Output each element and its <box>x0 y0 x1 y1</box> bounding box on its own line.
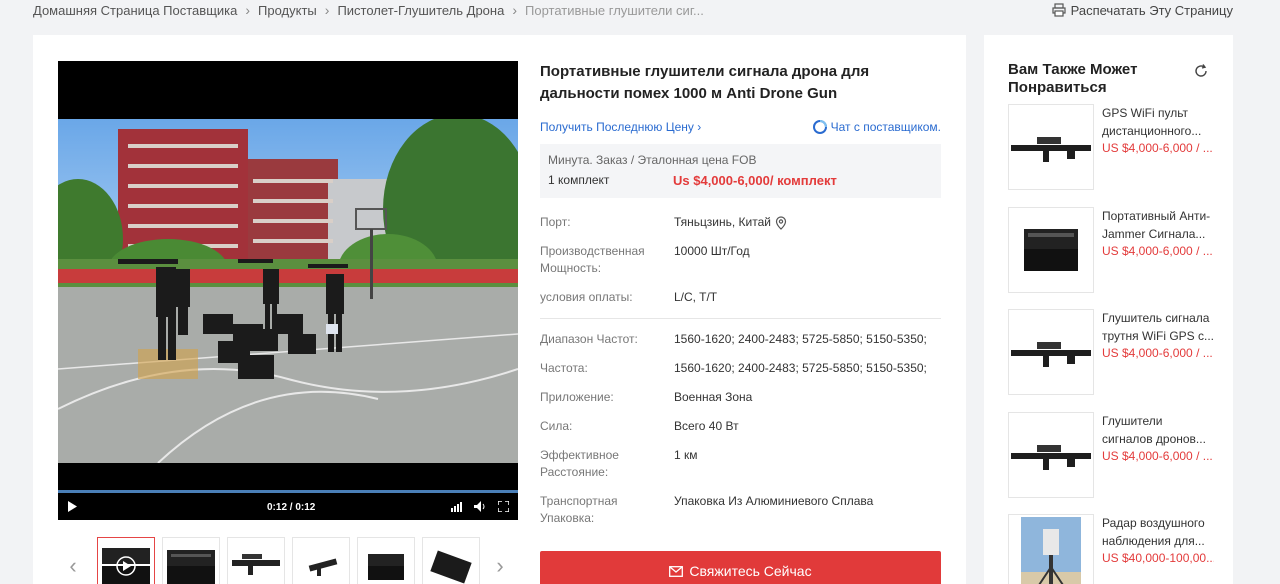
get-latest-price-link[interactable]: Получить Последнюю Цену › <box>540 120 701 134</box>
printer-icon <box>1052 3 1066 17</box>
thumbnail-6[interactable] <box>422 537 480 584</box>
contact-now-label: Свяжитесь Сейчас <box>689 563 812 579</box>
play-icon[interactable] <box>67 501 77 512</box>
spec-row: условия оплаты: L/C, T/T <box>540 290 718 304</box>
drone-gun-image <box>232 554 280 575</box>
recommended-item-price: US $4,000-6,000 / ... <box>1102 244 1213 258</box>
breadcrumb-supplier-home[interactable]: Домашняя Страница Поставщика <box>33 3 237 18</box>
video-controls: 0:12 / 0:12 <box>58 490 518 520</box>
recommended-item-image[interactable] <box>1008 104 1094 190</box>
thumbnail-video[interactable] <box>97 537 155 584</box>
recommended-item-name[interactable]: Радар воздушного наблюдения для... <box>1102 514 1214 550</box>
spec-row: Частота: 1560-1620; 2400-2483; 5725-5850… <box>540 361 927 375</box>
print-label: Распечатать Эту Страницу <box>1070 2 1233 18</box>
drone-gun-image <box>1011 137 1091 162</box>
product-title: Портативные глушители сигнала дрона для … <box>540 63 870 102</box>
thumb-prev-button[interactable]: ‹ <box>63 553 83 579</box>
thumbnail-3[interactable] <box>227 537 285 584</box>
recommended-item-name[interactable]: Глушители сигналов дронов... <box>1102 412 1214 448</box>
recommended-item-name[interactable]: Глушитель сигнала трутня WiFi GPS с... <box>1102 309 1214 345</box>
signal-icon[interactable] <box>451 502 463 512</box>
radar-image <box>1021 517 1081 584</box>
spec-row: Диапазон Частот: 1560-1620; 2400-2483; 5… <box>540 332 927 346</box>
recommended-item-image[interactable] <box>1008 207 1094 293</box>
recommended-item-name[interactable]: GPS WiFi пульт дистанционного... <box>1102 104 1214 140</box>
recommended-item-image[interactable] <box>1008 412 1094 498</box>
recommended-item[interactable]: Глушители сигналов дронов... US $4,000-6… <box>1008 412 1218 498</box>
spec-row: Порт: Тяньцзинь, Китай <box>540 214 941 231</box>
video-time: 0:12 / 0:12 <box>267 502 316 513</box>
price-box: Минута. Заказ / Эталонная цена FOB 1 ком… <box>540 144 941 198</box>
recommended-item[interactable]: Глушитель сигнала трутня WiFi GPS с... U… <box>1008 309 1218 395</box>
location-icon[interactable] <box>775 215 787 230</box>
recommended-item[interactable]: Радар воздушного наблюдения для... US $4… <box>1008 514 1218 584</box>
thumbnail-strip: ‹ › <box>58 537 518 584</box>
video-frame <box>58 119 518 463</box>
recommended-item-name[interactable]: Портативный Анти-Jammer Сигнала... <box>1102 207 1214 243</box>
drone-gun-image <box>308 558 338 576</box>
chat-icon <box>812 120 827 134</box>
thumbnail-2[interactable] <box>162 537 220 584</box>
breadcrumb-current: Портативные глушители сиг... <box>525 2 704 18</box>
envelope-icon <box>669 565 684 577</box>
thumbnail-5[interactable] <box>357 537 415 584</box>
recommended-item-price: US $4,000-6,000 / ... <box>1102 346 1213 360</box>
volume-icon[interactable] <box>474 501 487 512</box>
price-label: Минута. Заказ / Эталонная цена FOB <box>548 153 757 167</box>
divider <box>540 318 941 319</box>
spec-row: Транспортная Упаковка: Упаковка Из Алюми… <box>540 494 874 525</box>
breadcrumb: Домашняя Страница Поставщика › Продукты … <box>33 0 704 20</box>
refresh-icon[interactable] <box>1194 64 1208 78</box>
breadcrumb-category[interactable]: Пистолет-Глушитель Дрона <box>337 3 504 18</box>
chevron-right-icon: › <box>697 120 702 134</box>
recommended-item[interactable]: GPS WiFi пульт дистанционного... US $4,0… <box>1008 104 1218 190</box>
jammer-case-image <box>1024 229 1078 271</box>
drone-gun-image <box>1011 445 1091 470</box>
breadcrumb-products[interactable]: Продукты <box>258 3 317 18</box>
chevron-right-icon: › <box>324 2 330 18</box>
chevron-right-icon: › <box>245 2 251 18</box>
thumbnail-4[interactable] <box>292 537 350 584</box>
product-video[interactable]: 0:12 / 0:12 <box>58 61 518 520</box>
recommended-item-image[interactable] <box>1008 309 1094 395</box>
jammer-case-image <box>167 550 215 584</box>
recommended-item[interactable]: Портативный Анти-Jammer Сигнала... US $4… <box>1008 207 1218 293</box>
price-value: Us $4,000-6,000/ комплект <box>673 173 837 188</box>
jammer-case-image <box>368 554 404 580</box>
spec-row: Приложение: Военная Зона <box>540 390 753 404</box>
video-thumb-image <box>98 538 154 584</box>
recommended-item-price: US $4,000-6,000 / ... <box>1102 449 1213 463</box>
print-page-button[interactable]: Распечатать Эту Страницу <box>1052 0 1233 20</box>
contact-now-button[interactable]: Свяжитесь Сейчас <box>540 551 941 584</box>
spec-row: Эффективное Расстояние: 1 км <box>540 448 698 479</box>
fullscreen-icon[interactable] <box>498 501 509 512</box>
drone-gun-image <box>1011 342 1091 367</box>
recommended-item-price: US $4,000-6,000 / ... <box>1102 141 1213 155</box>
chat-with-supplier-link[interactable]: Чат с поставщиком. <box>812 120 941 134</box>
product-card: 0:12 / 0:12 ‹ › Портативные глушители си… <box>33 35 966 584</box>
recommended-item-image[interactable] <box>1008 514 1094 584</box>
jammer-case-image <box>430 550 472 584</box>
thumb-next-button[interactable]: › <box>490 553 510 579</box>
min-order: 1 комплект <box>548 173 610 187</box>
chevron-right-icon: › <box>512 2 517 18</box>
spec-list: Порт: Тяньцзинь, Китай Производственная … <box>540 206 941 527</box>
recommendations-title: Вам Также Может Понравиться <box>1008 61 1138 96</box>
spec-row: Производственная Мощность: 10000 Шт/Год <box>540 244 750 275</box>
spec-row: Сила: Всего 40 Вт <box>540 419 739 433</box>
product-info: Портативные глушители сигнала дрона для … <box>540 61 941 527</box>
recommended-item-price: US $40,000-100,00... <box>1102 551 1214 565</box>
recommendations-panel: Вам Также Может Понравиться GPS WiFi пул… <box>984 35 1233 584</box>
